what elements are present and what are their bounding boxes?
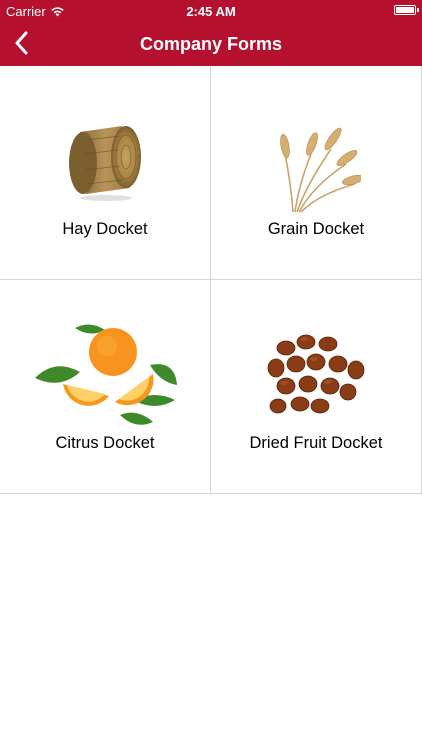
navigation-bar: Company Forms <box>0 22 422 66</box>
form-tile-hay-docket[interactable]: Hay Docket <box>0 66 211 280</box>
form-label: Hay Docket <box>62 220 148 238</box>
form-label: Citrus Docket <box>55 434 155 452</box>
wheat-icon <box>211 114 421 224</box>
form-tile-grain-docket[interactable]: Grain Docket <box>211 66 422 280</box>
orange-icon <box>0 320 210 430</box>
form-tile-dried-fruit-docket[interactable]: Dried Fruit Docket <box>211 280 422 494</box>
forms-grid: Hay Docket Grain Docket Citrus Docket Dr… <box>0 66 422 494</box>
hay-bale-icon <box>0 114 210 224</box>
form-tile-citrus-docket[interactable]: Citrus Docket <box>0 280 211 494</box>
form-label: Grain Docket <box>267 220 365 238</box>
page-title: Company Forms <box>139 34 283 54</box>
status-bar: Carrier 2:45 AM <box>0 0 422 22</box>
raisins-icon <box>211 318 421 428</box>
battery-icon <box>394 5 419 15</box>
app-header: Carrier 2:45 AM Company Forms <box>0 0 422 66</box>
form-label: Dried Fruit Docket <box>249 434 383 452</box>
status-time: 2:45 AM <box>186 4 236 19</box>
